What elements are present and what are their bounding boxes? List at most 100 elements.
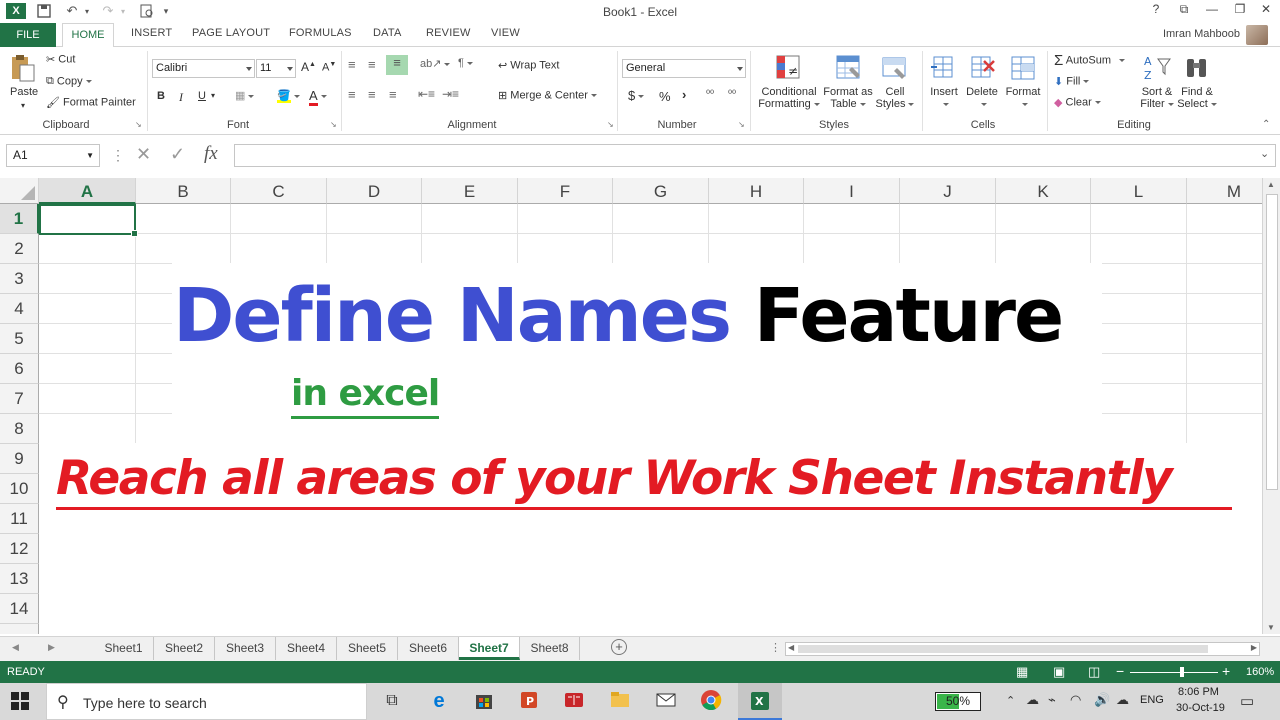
splitter-icon[interactable]: ⋮ (770, 641, 781, 654)
column-header-c[interactable]: C (231, 178, 327, 204)
orientation-icon[interactable]: ab↗ (420, 57, 451, 70)
volume-icon[interactable]: 🔊 (1094, 692, 1110, 708)
insert-cells-button[interactable]: Insert (926, 86, 962, 110)
scroll-sheets-left-icon[interactable]: ◀ (12, 642, 19, 653)
paste-button[interactable]: Paste (10, 86, 38, 98)
borders-icon[interactable]: ▦ (235, 89, 255, 102)
tab-file[interactable]: FILE (0, 23, 56, 47)
tab-page-layout[interactable]: PAGE LAYOUT (192, 27, 270, 39)
column-header-k[interactable]: K (996, 178, 1091, 204)
tab-view[interactable]: VIEW (491, 27, 520, 39)
windows-start-icon[interactable] (11, 692, 31, 712)
sheet-tab-sheet2[interactable]: Sheet2 (154, 637, 215, 660)
align-top-icon[interactable]: ≡ (348, 57, 356, 72)
select-all-corner[interactable] (0, 178, 39, 204)
fill-button[interactable]: ⬇ Fill (1054, 75, 1090, 88)
scroll-down-icon[interactable]: ▼ (1267, 623, 1275, 632)
horizontal-scroll-thumb[interactable] (798, 645, 1208, 653)
sheet-tab-sheet5[interactable]: Sheet5 (337, 637, 398, 660)
expand-formula-icon[interactable]: ⌄ (1260, 147, 1269, 160)
zoom-out-button[interactable]: − (1116, 663, 1124, 679)
scroll-right-icon[interactable]: ▶ (1251, 643, 1257, 652)
column-header-g[interactable]: G (613, 178, 709, 204)
copy-button[interactable]: ⧉ Copy (46, 75, 92, 88)
italic-button[interactable]: I (179, 90, 183, 105)
decrease-indent-icon[interactable]: ⇤≡ (418, 87, 435, 101)
column-header-h[interactable]: H (709, 178, 804, 204)
clock-time[interactable]: 8:06 PM (1178, 686, 1219, 698)
row-header-10[interactable]: 10 (0, 474, 39, 504)
formula-input[interactable] (234, 144, 1276, 167)
tab-data[interactable]: DATA (373, 27, 402, 39)
grow-font-button[interactable]: A▲ (301, 60, 316, 74)
scroll-left-icon[interactable]: ◀ (788, 643, 794, 652)
row-header-partial[interactable] (0, 624, 39, 634)
zoom-slider-thumb[interactable] (1180, 667, 1184, 677)
format-as-table-button[interactable]: Format as Table (822, 86, 874, 110)
row-header-5[interactable]: 5 (0, 324, 39, 354)
alignment-launcher-icon[interactable]: ↘ (607, 120, 614, 129)
format-cells-button[interactable]: Format (1003, 86, 1043, 110)
selected-cell-a1[interactable] (39, 204, 138, 237)
currency-button[interactable]: $ (628, 88, 645, 103)
fill-color-button[interactable]: 🪣 (277, 89, 300, 103)
decrease-decimal-icon[interactable]: ⁰⁰ (728, 89, 736, 100)
clock-date[interactable]: 30-Oct-19 (1176, 702, 1225, 714)
row-header-13[interactable]: 13 (0, 564, 39, 594)
book-app-icon[interactable] (563, 689, 587, 713)
enter-formula-icon[interactable]: ✓ (170, 144, 185, 165)
row-header-8[interactable]: 8 (0, 414, 39, 444)
onedrive-icon[interactable]: ☁ (1116, 692, 1129, 708)
chrome-icon[interactable] (700, 689, 724, 713)
sort-filter-button[interactable]: Sort & Filter (1136, 86, 1178, 110)
number-format-select[interactable]: General (622, 59, 746, 78)
page-layout-view-icon[interactable]: ▣ (1053, 664, 1065, 680)
find-select-button[interactable]: Find & Select (1176, 86, 1218, 110)
row-header-2[interactable]: 2 (0, 234, 39, 264)
font-color-button[interactable]: A (309, 88, 327, 106)
cell-styles-button[interactable]: Cell Styles (874, 86, 916, 110)
row-header-12[interactable]: 12 (0, 534, 39, 564)
underline-dropdown-icon[interactable]: ▾ (211, 91, 215, 100)
column-header-a[interactable]: A (39, 178, 136, 204)
language-indicator[interactable]: ENG (1140, 694, 1164, 706)
vertical-scroll-thumb[interactable] (1266, 194, 1278, 490)
zoom-in-button[interactable]: + (1222, 663, 1230, 679)
mail-icon[interactable] (655, 689, 679, 713)
column-header-b[interactable]: B (136, 178, 231, 204)
close-button[interactable]: ✕ (1254, 2, 1278, 20)
page-break-view-icon[interactable]: ◫ (1088, 664, 1100, 680)
font-size-select[interactable]: 11 (256, 59, 296, 78)
sheet-tab-sheet3[interactable]: Sheet3 (215, 637, 276, 660)
tab-home[interactable]: HOME (62, 23, 114, 48)
align-center-icon[interactable]: ≡ (368, 87, 376, 102)
column-header-m[interactable]: M (1187, 178, 1262, 204)
column-header-d[interactable]: D (327, 178, 422, 204)
zoom-level[interactable]: 160% (1246, 666, 1274, 678)
edge-icon[interactable]: e (427, 689, 451, 713)
text-direction-icon[interactable]: ¶ (458, 57, 473, 69)
row-header-11[interactable]: 11 (0, 504, 39, 534)
maximize-button[interactable]: ❐ (1228, 2, 1252, 20)
align-middle-icon[interactable]: ≡ (368, 57, 376, 72)
tab-insert[interactable]: INSERT (131, 27, 172, 39)
increase-decimal-icon[interactable]: ⁰⁰ (706, 89, 714, 100)
paste-icon[interactable] (8, 53, 38, 82)
tab-review[interactable]: REVIEW (426, 27, 471, 39)
conditional-formatting-button[interactable]: Conditional Formatting (758, 86, 820, 110)
worksheet-grid[interactable]: ABCDEFGHIJKLM 1 2 3 4 5 6 7 8 9 10 11 12 13 14 Define… (0, 178, 1262, 634)
paste-dropdown-icon[interactable]: ▾ (21, 101, 25, 110)
shrink-font-button[interactable]: A▼ (322, 61, 336, 74)
autosum-button[interactable]: Σ AutoSum (1054, 52, 1125, 69)
ribbon-display-button[interactable]: ⧉ (1172, 2, 1196, 20)
avatar[interactable] (1246, 25, 1268, 45)
font-launcher-icon[interactable]: ↘ (330, 120, 337, 129)
number-launcher-icon[interactable]: ↘ (738, 120, 745, 129)
row-header-14[interactable]: 14 (0, 594, 39, 624)
battery-indicator[interactable]: 50% (935, 692, 981, 711)
row-header-9[interactable]: 9 (0, 444, 39, 474)
align-left-icon[interactable]: ≡ (348, 87, 356, 102)
increase-indent-icon[interactable]: ⇥≡ (442, 87, 459, 101)
underline-button[interactable]: U (198, 90, 206, 102)
align-right-icon[interactable]: ≡ (389, 87, 397, 102)
